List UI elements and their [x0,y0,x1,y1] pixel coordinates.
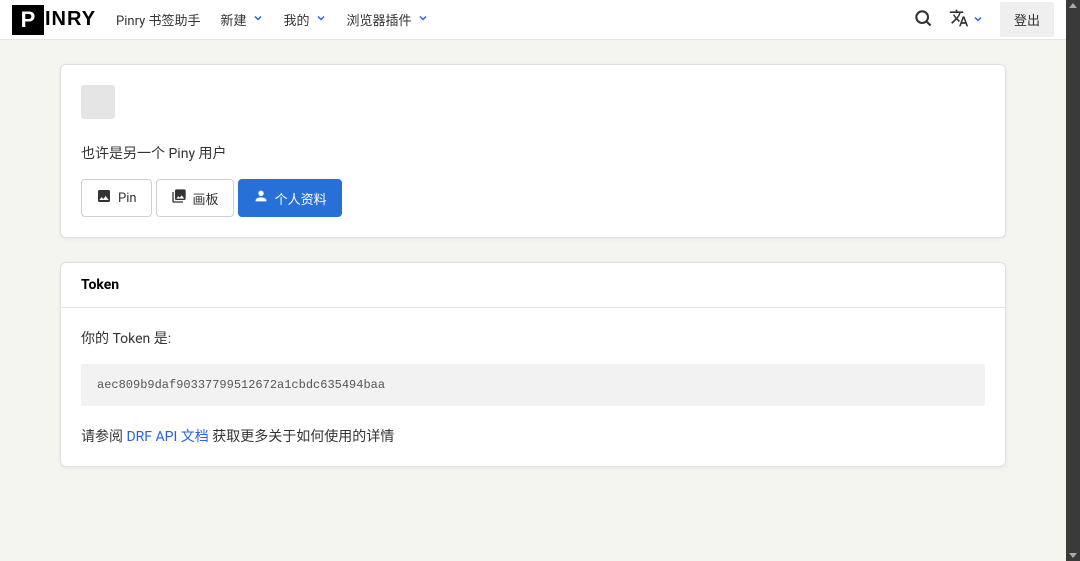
tab-board-label: 画板 [193,189,219,208]
logo-text: INRY [45,8,96,31]
nav-bookmarklet[interactable]: Pinry 书签助手 [116,10,200,29]
search-icon [913,8,933,32]
nav-items: Pinry 书签助手 新建 我的 浏览器插件 [116,10,428,29]
chevron-down-icon [972,10,984,29]
token-label: 你的 Token 是: [81,328,985,348]
language-button[interactable] [949,8,984,32]
translate-icon [949,8,969,32]
nav-mine[interactable]: 我的 [284,10,327,29]
tab-pin[interactable]: Pin [81,179,152,217]
token-footer-prefix: 请参阅 [81,429,126,445]
token-card-body: 你的 Token 是: aec809b9daf90337799512672a1c… [61,308,1005,466]
nav-extensions[interactable]: 浏览器插件 [347,10,429,29]
logout-button[interactable]: 登出 [1000,2,1054,37]
scrollbar[interactable] [1066,0,1080,561]
token-footer: 请参阅 DRF API 文档 获取更多关于如何使用的详情 [81,426,985,446]
profile-tabs: Pin 画板 个人资料 [81,179,985,217]
image-icon [96,188,112,208]
nav-mine-label: 我的 [284,10,310,29]
tab-board[interactable]: 画板 [156,179,234,217]
avatar [81,85,115,119]
logo[interactable]: P INRY [12,5,96,35]
user-description: 也许是另一个 Piny 用户 [81,143,985,163]
tab-profile[interactable]: 个人资料 [238,179,342,217]
scroll-up-icon [1069,3,1077,8]
person-icon [253,188,269,208]
navbar: P INRY Pinry 书签助手 新建 我的 浏览器插件 [0,0,1066,40]
token-footer-suffix: 获取更多关于如何使用的详情 [209,429,394,445]
chevron-down-icon [252,12,264,28]
nav-extensions-label: 浏览器插件 [347,10,412,29]
logo-badge: P [12,5,44,35]
search-button[interactable] [913,8,933,32]
tab-pin-label: Pin [118,191,137,206]
nav-right: 登出 [913,2,1054,37]
token-value: aec809b9daf90337799512672a1cbdc635494baa [81,364,985,406]
chevron-down-icon [315,12,327,28]
token-card-title: Token [61,263,1005,308]
nav-create[interactable]: 新建 [220,10,263,29]
tab-profile-label: 个人资料 [275,189,327,208]
scroll-down-icon [1069,553,1077,558]
collections-icon [171,188,187,208]
profile-card: 也许是另一个 Piny 用户 Pin 画板 个人资料 [60,64,1006,238]
drf-api-docs-link[interactable]: DRF API 文档 [126,429,208,445]
page-content: 也许是另一个 Piny 用户 Pin 画板 个人资料 [0,40,1066,515]
token-card: Token 你的 Token 是: aec809b9daf90337799512… [60,262,1006,467]
nav-create-label: 新建 [220,10,246,29]
nav-bookmarklet-label: Pinry 书签助手 [116,10,200,29]
chevron-down-icon [417,12,429,28]
